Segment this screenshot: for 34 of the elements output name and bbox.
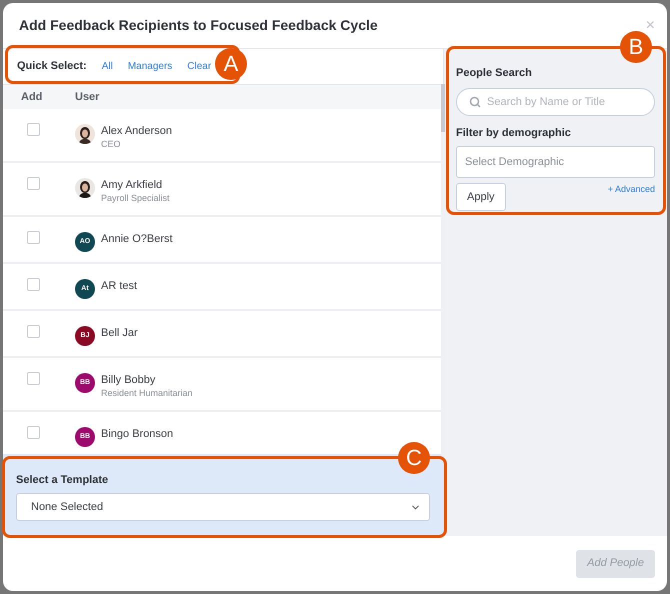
user-title: Payroll Specialist (101, 192, 170, 204)
search-icon (469, 96, 481, 108)
dialog-title: Add Feedback Recipients to Focused Feedback Cycle (19, 16, 378, 35)
checkbox[interactable] (27, 426, 40, 439)
scrollbar-thumb[interactable] (441, 84, 445, 132)
template-label: Select a Template (16, 472, 110, 488)
checkbox[interactable] (27, 325, 40, 338)
quick-select-label: Quick Select: (17, 59, 87, 74)
checkbox[interactable] (27, 123, 40, 136)
people-search-label: People Search (456, 66, 533, 81)
advanced-link[interactable]: + Advanced (608, 183, 655, 196)
demographic-field[interactable]: Select Demographic (456, 146, 655, 178)
checkbox[interactable] (27, 278, 40, 291)
user-name: Alex Anderson (101, 124, 172, 138)
checkbox[interactable] (27, 177, 40, 190)
user-name: Billy Bobby (101, 373, 156, 387)
user-name: AR test (101, 279, 138, 293)
user-name: Bingo Bronson (101, 427, 174, 441)
quick-select-link[interactable]: All (102, 59, 113, 74)
apply-button[interactable]: Apply (456, 183, 506, 211)
user-name: Amy Arkfield (101, 178, 164, 192)
quick-select-link[interactable]: Managers (128, 59, 172, 74)
filter-label: Filter by demographic (456, 126, 572, 140)
search-field[interactable]: Search by Name or Title (456, 88, 655, 116)
user-name: Annie O?Berst (101, 232, 173, 246)
quick-select-link[interactable]: Clear (187, 59, 212, 74)
user-title: CEO (101, 138, 122, 150)
column-header: User (75, 90, 100, 105)
checkbox[interactable] (27, 372, 40, 385)
column-header: Add (20, 90, 44, 105)
user-title: Resident Humanitarian (101, 387, 193, 399)
checkbox[interactable] (27, 231, 40, 244)
user-name: Bell Jar (101, 326, 138, 340)
template-dropdown[interactable]: None Selected (16, 493, 430, 521)
